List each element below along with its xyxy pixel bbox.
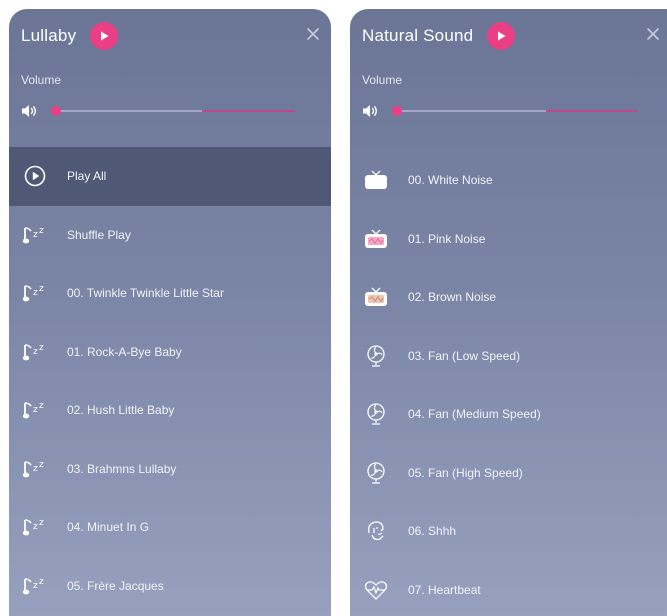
list-item-label: 02. Hush Little Baby — [67, 403, 175, 418]
list-item-label: 01. Pink Noise — [408, 231, 486, 246]
svg-text:z: z — [39, 577, 44, 587]
svg-text:z: z — [33, 464, 38, 474]
list-item-label: 05. Fan (High Speed) — [408, 465, 523, 480]
svg-text:z: z — [33, 405, 38, 415]
list-item-track[interactable]: zz 04. Minuet In G — [9, 498, 331, 557]
svg-text:z: z — [39, 460, 44, 470]
natural-sound-play-button[interactable] — [487, 22, 516, 50]
svg-text:z: z — [39, 284, 44, 294]
music-note-zz-icon: zz — [21, 398, 49, 422]
screen: Lullaby Volume Play All z z Shuffle Play… — [0, 0, 667, 616]
list-item-label: Shuffle Play — [67, 227, 131, 242]
music-note-zz-icon: zz — [21, 281, 49, 305]
fan-icon — [362, 461, 390, 485]
lullaby-title: Lullaby — [21, 26, 77, 45]
svg-text:z: z — [33, 522, 38, 532]
heartbeat-icon — [362, 578, 390, 602]
music-note-zz-icon: zz — [21, 574, 49, 598]
natural-sound-close-button[interactable] — [647, 25, 659, 45]
svg-text:z: z — [39, 401, 44, 411]
list-item-label: 03. Brahmns Lullaby — [67, 461, 177, 476]
lullaby-volume-control — [21, 101, 295, 121]
lullaby-play-button[interactable] — [90, 22, 119, 50]
svg-text:z: z — [33, 230, 38, 240]
list-item-label: 05. Frère Jacques — [67, 578, 164, 593]
close-icon — [307, 28, 319, 40]
music-note-zz-icon: zz — [21, 515, 49, 539]
play-icon — [101, 31, 109, 41]
play-icon — [498, 31, 506, 41]
natural-sound-title: Natural Sound — [362, 26, 474, 45]
music-note-zz-icon: zz — [21, 340, 49, 364]
list-item-track[interactable]: zz 00. Twinkle Twinkle Little Star — [9, 264, 331, 323]
music-note-zz-icon: zz — [21, 223, 49, 247]
list-item-label: 04. Minuet In G — [67, 520, 150, 535]
natural-sound-panel: Natural Sound Volume 00. White Noise 01.… — [350, 9, 667, 616]
list-item-play-all[interactable]: Play All — [9, 147, 331, 206]
list-item-label: 02. Brown Noise — [408, 290, 497, 305]
shush-face-icon — [362, 519, 390, 543]
tv-brown-icon — [362, 285, 390, 309]
speaker-icon — [21, 103, 39, 124]
list-item-label: Play All — [67, 169, 107, 184]
list-item-label: 00. Twinkle Twinkle Little Star — [67, 286, 224, 301]
list-item-track[interactable]: zz 03. Brahmns Lullaby — [9, 440, 331, 499]
svg-text:z: z — [33, 581, 38, 591]
list-item-label: 04. Fan (Medium Speed) — [408, 407, 541, 422]
list-item-sound[interactable]: 06. Shhh — [350, 502, 667, 561]
natural-sound-volume-slider[interactable] — [392, 106, 637, 116]
svg-text:z: z — [33, 288, 38, 298]
list-item-track[interactable]: zz 01. Rock-A-Bye Baby — [9, 323, 331, 382]
svg-text:z: z — [33, 347, 38, 357]
fan-icon — [362, 402, 390, 426]
natural-sound-list: 00. White Noise 01. Pink Noise 02. Brown… — [350, 151, 667, 616]
list-item-label: 01. Rock-A-Bye Baby — [67, 344, 182, 359]
list-item-sound[interactable]: 03. Fan (Low Speed) — [350, 327, 667, 386]
tv-pink-icon — [362, 227, 390, 251]
svg-text:z: z — [39, 226, 44, 236]
fan-icon — [362, 344, 390, 368]
close-icon — [647, 28, 659, 40]
svg-text:z: z — [39, 518, 44, 528]
list-item-track[interactable]: zz 05. Frère Jacques — [9, 557, 331, 616]
natural-sound-header: Natural Sound — [362, 21, 659, 51]
list-item-label: 03. Fan (Low Speed) — [408, 348, 521, 363]
list-item-shuffle-play[interactable]: zz Shuffle Play — [9, 206, 331, 265]
play-circle-icon — [21, 164, 49, 188]
list-item-sound[interactable]: 02. Brown Noise — [350, 268, 667, 327]
lullaby-panel: Lullaby Volume Play All z z Shuffle Play… — [9, 9, 331, 616]
lullaby-list: Play All zz Shuffle Play zz 00. Twinkle … — [9, 147, 331, 615]
list-item-sound[interactable]: 05. Fan (High Speed) — [350, 444, 667, 503]
music-note-zz-icon: zz — [21, 457, 49, 481]
svg-text:z: z — [39, 343, 44, 353]
list-item-sound[interactable]: 01. Pink Noise — [350, 210, 667, 269]
natural-sound-volume-label: Volume — [362, 73, 403, 87]
tv-icon — [362, 168, 390, 192]
list-item-sound[interactable]: 04. Fan (Medium Speed) — [350, 385, 667, 444]
natural-sound-volume-control — [362, 101, 637, 121]
lullaby-volume-slider[interactable] — [51, 106, 295, 116]
lullaby-volume-label: Volume — [21, 73, 62, 87]
lullaby-header: Lullaby — [21, 21, 319, 51]
list-item-sound[interactable]: 07. Heartbeat — [350, 561, 667, 616]
lullaby-volume-knob[interactable] — [51, 106, 61, 116]
list-item-sound[interactable]: 00. White Noise — [350, 151, 667, 210]
lullaby-close-button[interactable] — [307, 25, 319, 45]
natural-sound-volume-knob[interactable] — [392, 106, 402, 116]
speaker-icon — [362, 103, 380, 124]
list-item-track[interactable]: zz 02. Hush Little Baby — [9, 381, 331, 440]
list-item-label: 07. Heartbeat — [408, 582, 481, 597]
list-item-label: 00. White Noise — [408, 173, 493, 188]
list-item-label: 06. Shhh — [408, 524, 457, 539]
